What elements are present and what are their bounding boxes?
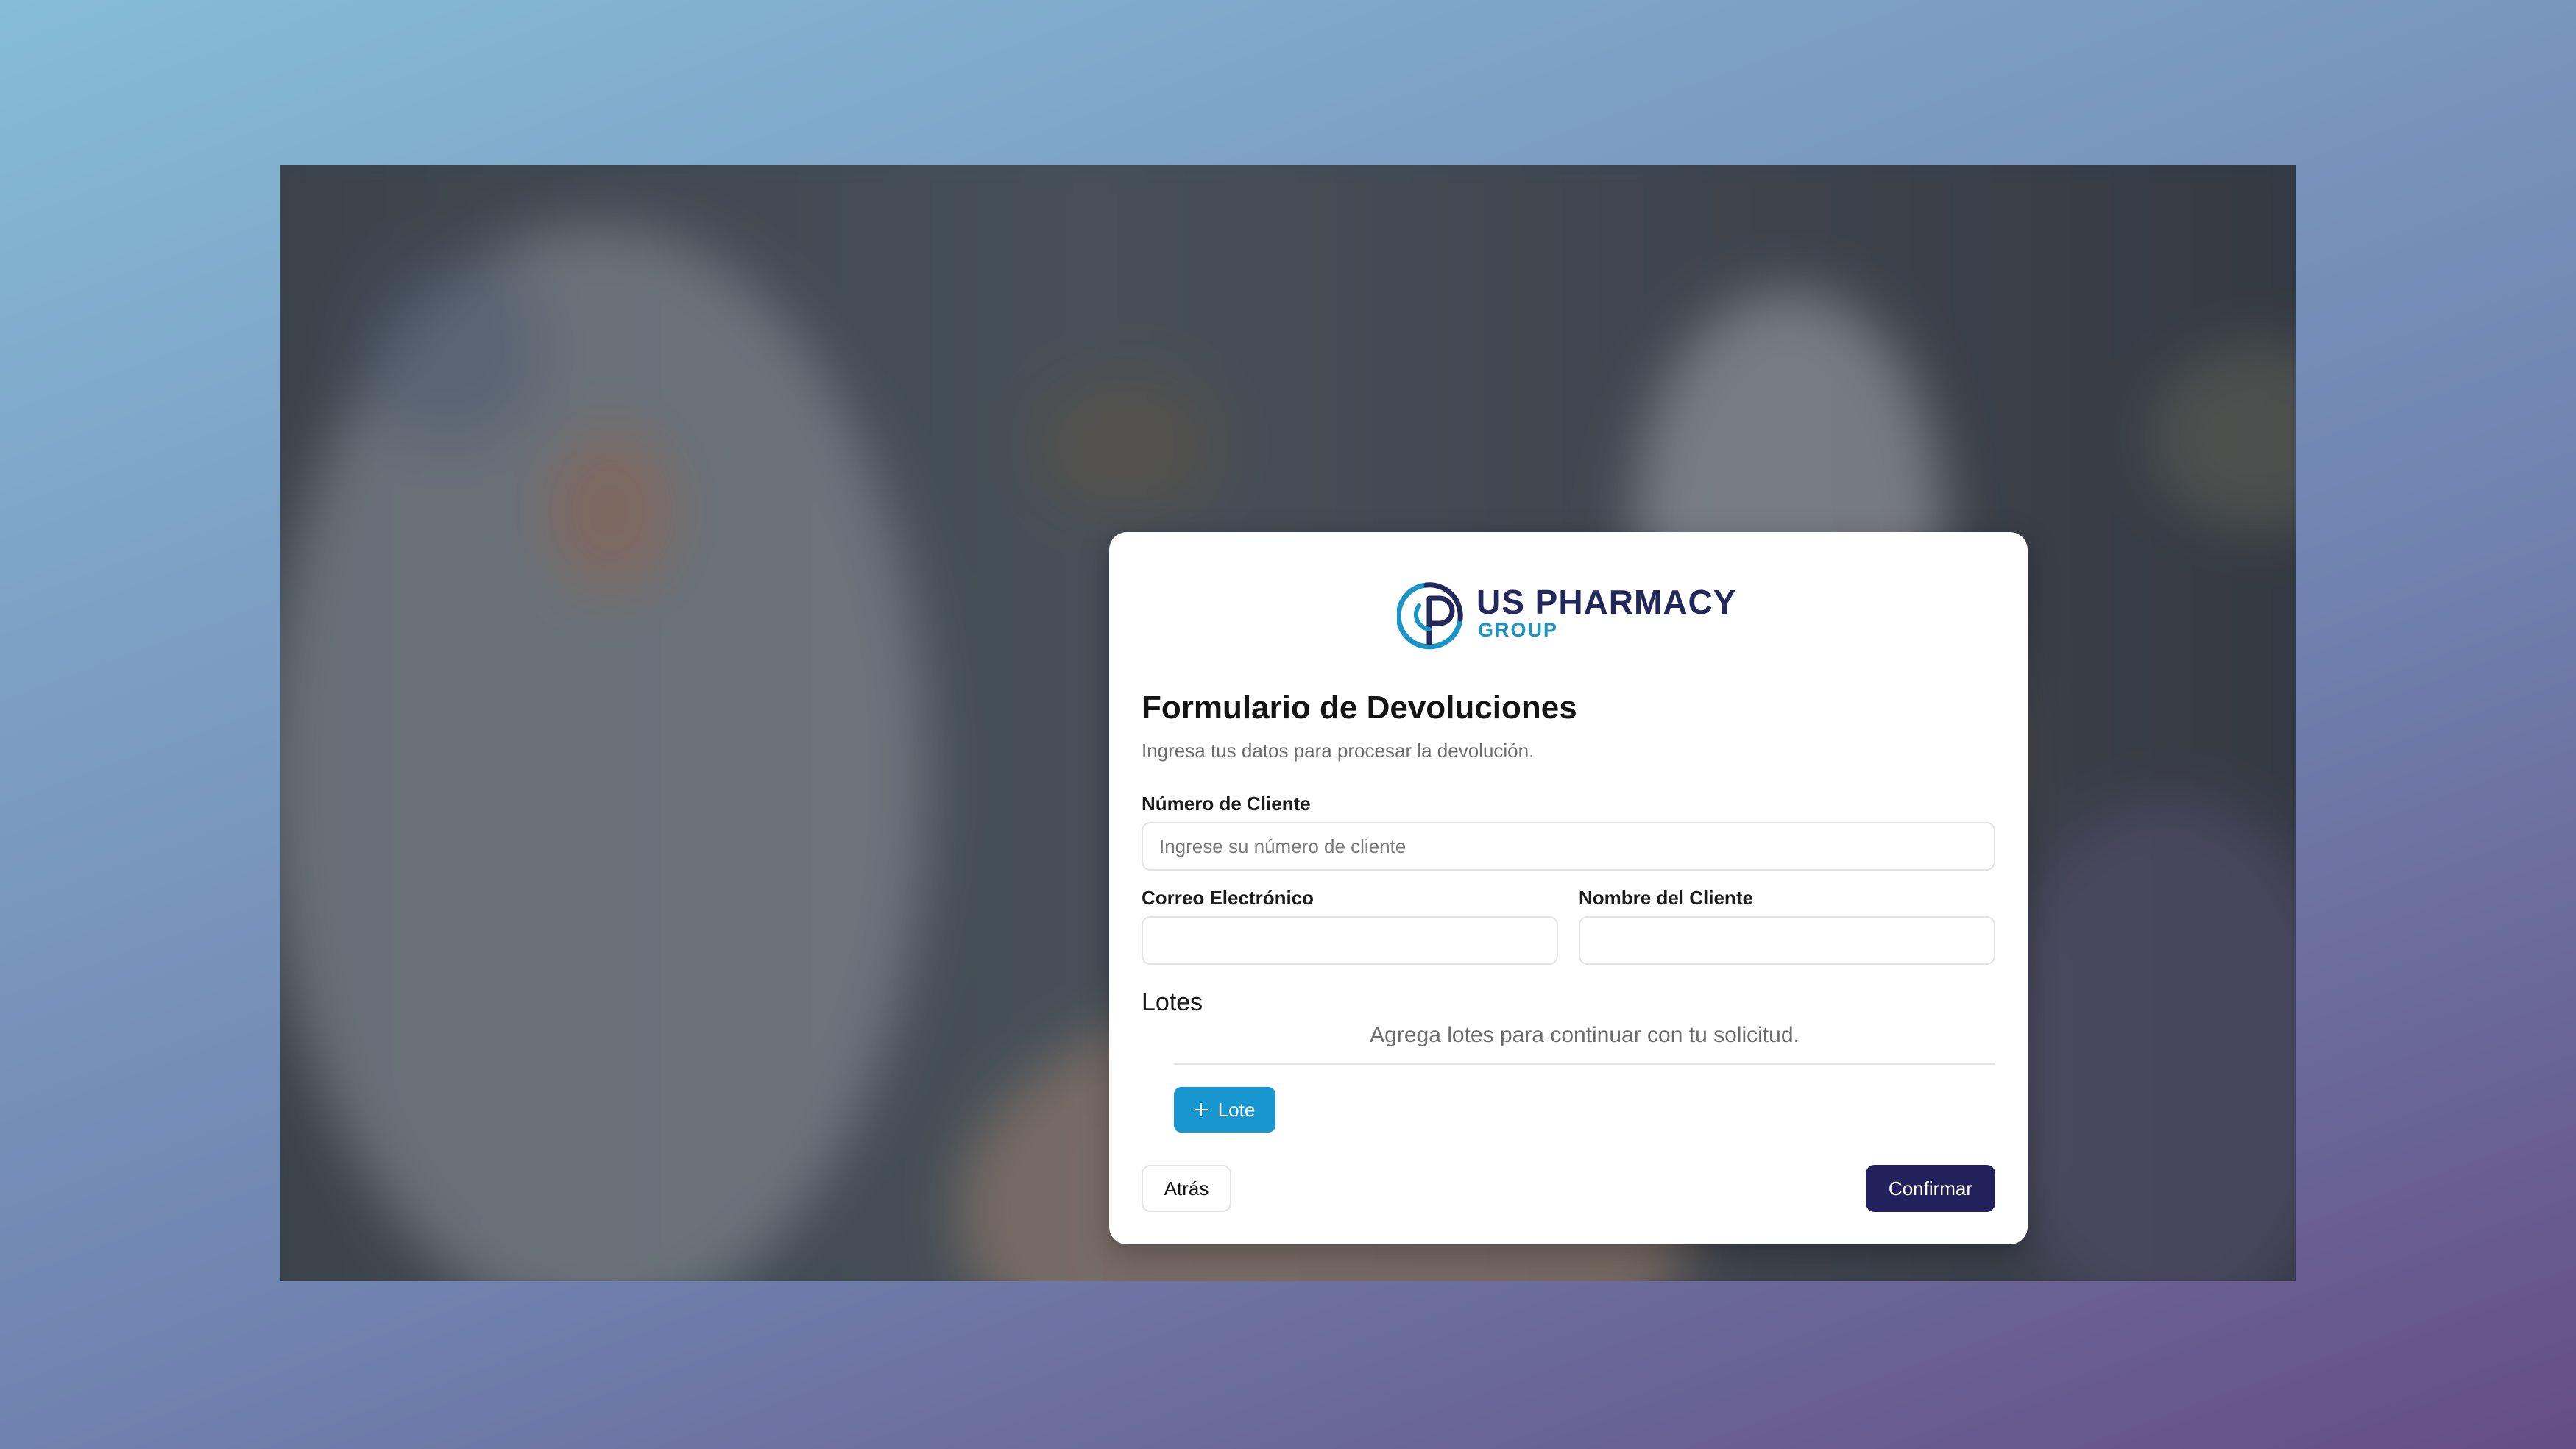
client-name-label: Nombre del Cliente — [1579, 887, 1753, 909]
brand-logo: US PHARMACY GROUP — [1397, 578, 1750, 651]
email-label: Correo Electrónico — [1142, 887, 1314, 909]
email-field[interactable] — [1142, 916, 1558, 965]
client-number-input[interactable] — [1142, 822, 1995, 871]
confirm-button[interactable]: Confirmar — [1866, 1165, 1995, 1212]
lots-empty-message: Agrega lotes para continuar con tu solic… — [1370, 1023, 1800, 1047]
logo-mark-icon — [1397, 582, 1463, 650]
back-button[interactable]: Atrás — [1142, 1165, 1231, 1212]
client-name-input[interactable] — [1579, 916, 1995, 965]
add-lot-label: Lote — [1217, 1098, 1256, 1121]
app-window: US PHARMACY GROUP Formulario de Devoluci… — [280, 165, 2296, 1281]
page-title: Formulario de Devoluciones — [1142, 690, 1577, 726]
plus-icon — [1194, 1103, 1208, 1116]
brand-subname: GROUP — [1478, 619, 1559, 641]
lots-divider — [1174, 1063, 1995, 1065]
lots-section-title: Lotes — [1142, 988, 1203, 1016]
add-lot-button[interactable]: Lote — [1174, 1087, 1275, 1133]
client-number-label: Número de Cliente — [1142, 793, 1311, 815]
page-subtitle: Ingresa tus datos para procesar la devol… — [1142, 740, 1535, 762]
return-form-card: US PHARMACY GROUP Formulario de Devoluci… — [1109, 532, 2028, 1244]
brand-name: US PHARMACY — [1476, 583, 1737, 621]
